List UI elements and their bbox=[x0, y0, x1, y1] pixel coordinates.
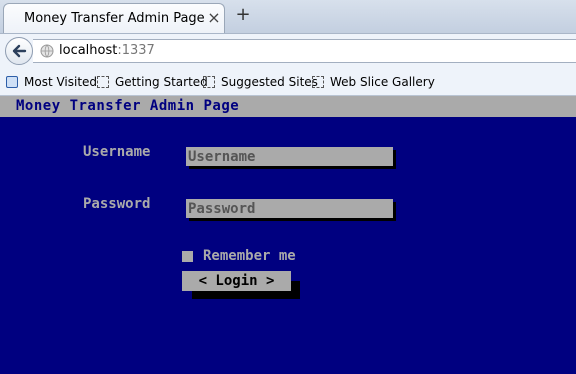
username-input[interactable] bbox=[186, 147, 393, 166]
page-title: Money Transfer Admin Page bbox=[16, 98, 240, 114]
remember-me-label: Remember me bbox=[203, 248, 296, 264]
password-input[interactable] bbox=[186, 199, 393, 218]
url-port: :1337 bbox=[117, 43, 155, 58]
url-text: localhost:1337 bbox=[59, 43, 155, 58]
address-bar[interactable]: localhost:1337 bbox=[33, 39, 576, 63]
browser-tab[interactable]: Money Transfer Admin Page × bbox=[3, 3, 225, 33]
page-icon bbox=[203, 76, 215, 88]
page-icon bbox=[97, 76, 109, 88]
back-button[interactable] bbox=[5, 37, 33, 65]
bookmark-label: Suggested Sites bbox=[221, 75, 318, 89]
back-arrow-icon bbox=[12, 44, 27, 58]
bookmarks-toolbar: Most Visited Getting Started Suggested S… bbox=[0, 68, 576, 96]
new-tab-icon[interactable]: + bbox=[233, 5, 253, 25]
page-header-bar: Money Transfer Admin Page bbox=[0, 96, 576, 117]
bookmark-label: Getting Started bbox=[115, 75, 208, 89]
tab-title: Money Transfer Admin Page bbox=[24, 11, 205, 26]
bookmark-suggested-sites[interactable]: Suggested Sites bbox=[203, 75, 318, 89]
navigation-bar: localhost:1337 bbox=[0, 33, 576, 68]
bookmark-label: Web Slice Gallery bbox=[330, 75, 435, 89]
username-label: Username bbox=[83, 144, 151, 160]
url-host: localhost bbox=[59, 43, 118, 58]
bookmark-label: Most Visited bbox=[24, 75, 98, 89]
globe-icon bbox=[40, 44, 54, 58]
close-tab-icon[interactable]: × bbox=[205, 9, 223, 27]
remember-me-checkbox[interactable] bbox=[182, 251, 193, 262]
login-button[interactable]: < Login > bbox=[182, 271, 291, 291]
password-label: Password bbox=[83, 196, 151, 212]
tab-bar: Money Transfer Admin Page × + bbox=[0, 0, 576, 33]
bookmark-web-slice-gallery[interactable]: Web Slice Gallery bbox=[312, 75, 435, 89]
most-visited-icon bbox=[6, 76, 18, 88]
bookmark-getting-started[interactable]: Getting Started bbox=[97, 75, 208, 89]
page-icon bbox=[312, 76, 324, 88]
bookmark-most-visited[interactable]: Most Visited bbox=[6, 75, 97, 89]
